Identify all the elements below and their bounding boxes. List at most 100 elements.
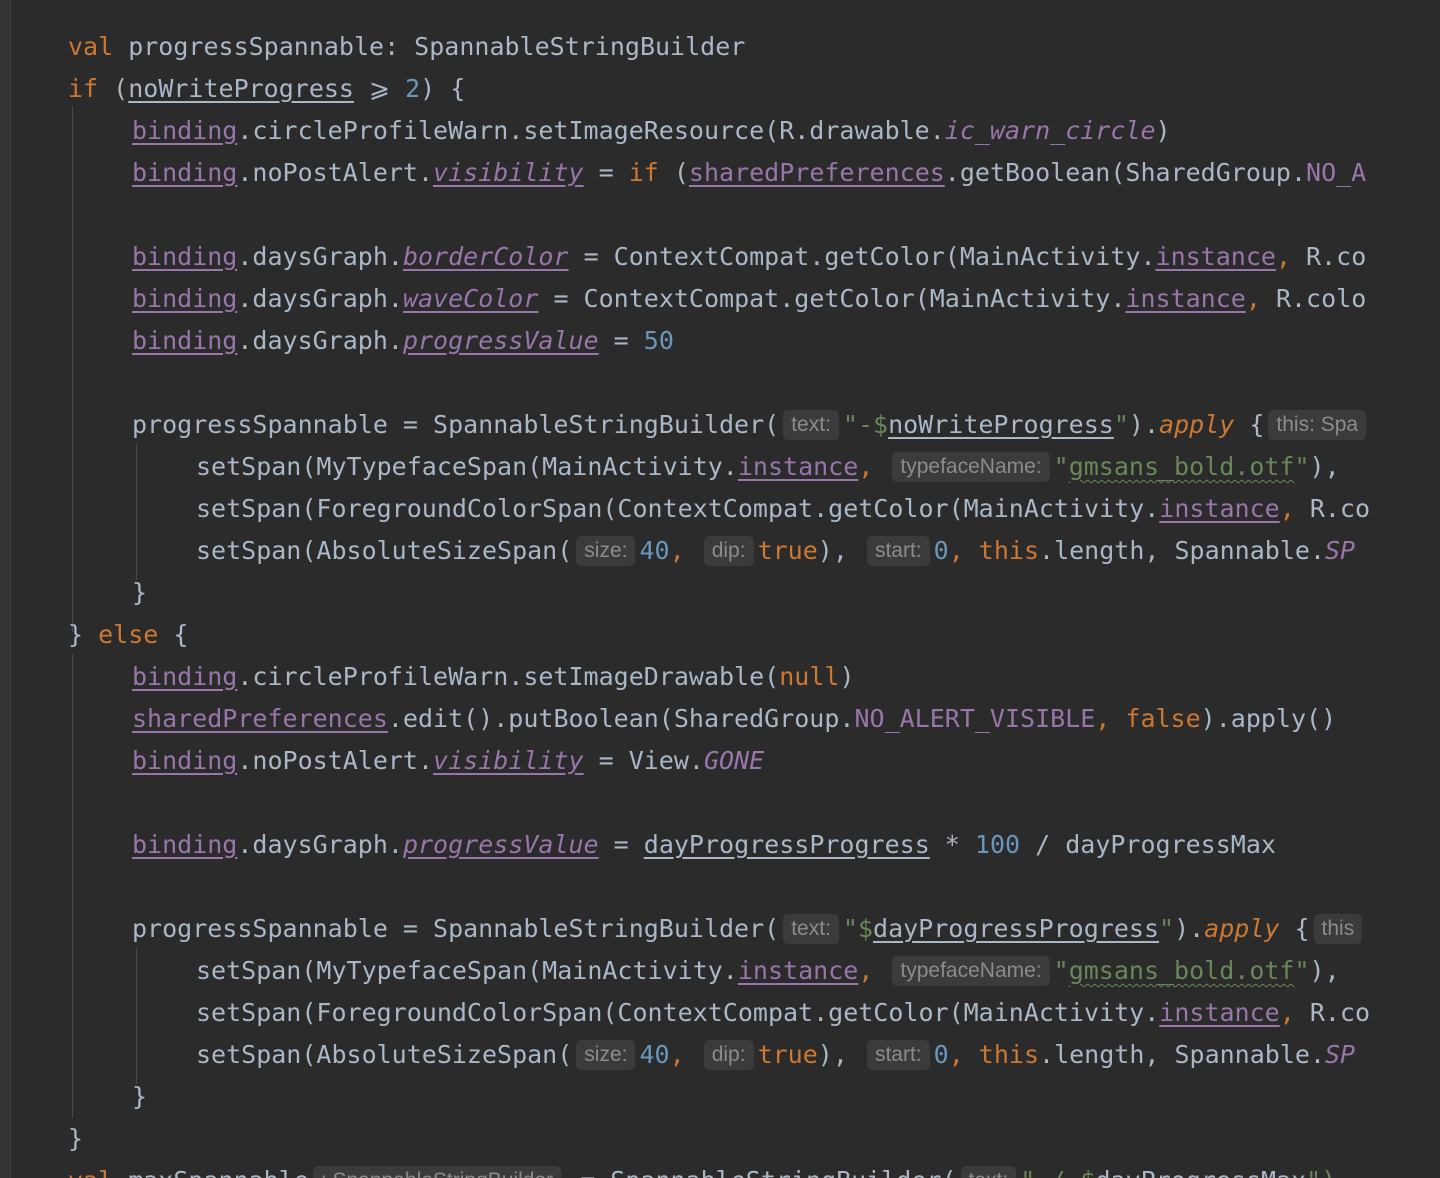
code-token: binding (132, 326, 238, 355)
code-token: " (1294, 452, 1310, 481)
code-token: R.co (1309, 998, 1371, 1027)
code-token: , (1279, 494, 1310, 523)
code-token: visibility (433, 158, 584, 187)
code-line[interactable]: binding.daysGraph.progressValue = dayPro… (132, 824, 1276, 866)
code-token: R.co (1309, 494, 1371, 523)
parameter-hint: size: (576, 536, 636, 566)
code-token: this (978, 1040, 1040, 1069)
code-token: GONE (703, 746, 765, 775)
code-line[interactable]: setSpan(ForegroundColorSpan(ContextCompa… (196, 488, 1370, 530)
parameter-hint: start: (866, 536, 930, 566)
code-token: dayProgressMax (1095, 1166, 1306, 1178)
code-line[interactable]: binding.noPostAlert.visibility = if (sha… (132, 152, 1366, 194)
code-token: apply (1204, 914, 1280, 943)
code-line[interactable]: progressSpannable = SpannableStringBuild… (132, 908, 1366, 950)
code-token: borderColor (402, 242, 569, 271)
code-token: val (68, 32, 114, 61)
code-editor[interactable]: val progressSpannable: SpannableStringBu… (0, 0, 1440, 1178)
parameter-hint: size: (576, 1040, 636, 1070)
code-token: , (1275, 242, 1307, 271)
code-token: " (1113, 410, 1129, 439)
code-token: gmsans_bold.otf (1068, 956, 1295, 985)
code-line[interactable]: binding.daysGraph.borderColor = ContextC… (132, 236, 1366, 278)
code-token: progressValue (402, 326, 599, 355)
code-token: if (68, 74, 99, 103)
code-token: ( (98, 74, 129, 103)
code-token: = (598, 326, 644, 355)
code-token: NO_A (1306, 158, 1367, 187)
code-token: .length, Spannable. (1039, 1040, 1325, 1069)
code-token: ) (1155, 116, 1171, 145)
code-token: ⩾ (354, 74, 406, 103)
code-line[interactable]: sharedPreferences.edit().putBoolean(Shar… (132, 698, 1336, 740)
parameter-hint: this: Spa (1268, 410, 1367, 440)
code-token: = (583, 158, 629, 187)
code-token: " (1159, 914, 1175, 943)
code-token: } (68, 620, 99, 649)
code-token: , (948, 1040, 979, 1069)
code-token: .edit().putBoolean(SharedGroup. (387, 704, 855, 733)
code-line[interactable]: } else { (68, 614, 188, 656)
code-token: , (669, 1040, 700, 1069)
code-line[interactable]: progressSpannable = SpannableStringBuild… (132, 404, 1370, 446)
indent-guide (72, 654, 73, 1118)
code-line[interactable]: setSpan(AbsoluteSizeSpan(size: 40, dip: tr… (196, 1034, 1355, 1076)
code-token: " (1053, 452, 1069, 481)
code-token: .daysGraph. (237, 242, 403, 271)
code-token: "$ (842, 914, 874, 943)
indent-guide (136, 948, 137, 1084)
parameter-hint: typefaceName: (892, 452, 1050, 482)
code-line[interactable]: } (68, 1118, 83, 1160)
code-token: 100 (974, 830, 1021, 859)
code-token: ). (1174, 914, 1205, 943)
code-token: setSpan(AbsoluteSizeSpan( (196, 536, 573, 565)
parameter-hint: text: (960, 1166, 1017, 1178)
code-line[interactable]: setSpan(MyTypefaceSpan(MainActivity.inst… (196, 950, 1340, 992)
code-token: setSpan(MyTypefaceSpan(MainActivity. (196, 452, 738, 481)
code-token: setSpan(AbsoluteSizeSpan( (196, 1040, 573, 1069)
code-token: 0 (933, 1040, 949, 1069)
code-token: maxSpannable (113, 1166, 309, 1178)
code-token: instance (1159, 494, 1280, 523)
parameter-hint: typefaceName: (892, 956, 1050, 986)
code-token: sharedPreferences (688, 158, 945, 187)
code-token: setSpan(MyTypefaceSpan(MainActivity. (196, 956, 738, 985)
code-token: " (1294, 956, 1310, 985)
code-token: instance (737, 956, 859, 985)
code-token: progressSpannable = SpannableStringBuild… (132, 410, 780, 439)
code-line[interactable]: binding.daysGraph.waveColor = ContextCom… (132, 278, 1366, 320)
code-token: val (68, 1166, 113, 1178)
code-line[interactable]: if (noWriteProgress ⩾ 2) { (68, 68, 465, 110)
code-line[interactable]: val progressSpannable: SpannableStringBu… (68, 26, 745, 68)
code-token: binding (132, 662, 238, 691)
code-line[interactable]: binding.circleProfileWarn.setImageDrawab… (132, 656, 855, 698)
code-line[interactable]: val maxSpannable: SpannableStringBuilder… (68, 1160, 1336, 1178)
code-line[interactable]: setSpan(ForegroundColorSpan(ContextCompa… (196, 992, 1370, 1034)
code-token: binding (132, 284, 238, 313)
code-line[interactable]: binding.daysGraph.progressValue = 50 (132, 320, 674, 362)
code-line[interactable]: setSpan(MyTypefaceSpan(MainActivity.inst… (196, 446, 1340, 488)
code-token: = ContextCompat.getColor(MainActivity. (538, 284, 1126, 313)
code-token: ) { (420, 74, 466, 103)
code-line[interactable]: binding.circleProfileWarn.setImageResour… (132, 110, 1171, 152)
code-token: = ContextCompat.getColor(MainActivity. (568, 242, 1156, 271)
code-line[interactable]: } (132, 572, 147, 614)
code-token: true (757, 1040, 818, 1069)
code-token: } (68, 1124, 84, 1153)
code-token: ), (817, 536, 863, 565)
code-token: , (1279, 998, 1310, 1027)
code-line[interactable]: } (132, 1076, 147, 1118)
code-token: gmsans_bold.otf (1068, 452, 1295, 481)
code-token: 2 (405, 74, 421, 103)
code-token: .circleProfileWarn.setImageResource(R.dr… (237, 116, 945, 145)
code-line[interactable]: setSpan(AbsoluteSizeSpan(size: 40, dip: tr… (196, 530, 1355, 572)
code-token: false (1125, 704, 1201, 733)
code-token: / dayProgressMax (1020, 830, 1276, 859)
code-token: waveColor (402, 284, 539, 313)
code-line[interactable]: binding.noPostAlert.visibility = View.GO… (132, 740, 764, 782)
code-token: 0 (933, 536, 949, 565)
code-token: = SpannableStringBuilder( (565, 1166, 956, 1178)
parameter-hint: dip: (703, 536, 754, 566)
code-token: 40 (639, 1040, 670, 1069)
code-token: ic_warn_circle (944, 116, 1156, 145)
